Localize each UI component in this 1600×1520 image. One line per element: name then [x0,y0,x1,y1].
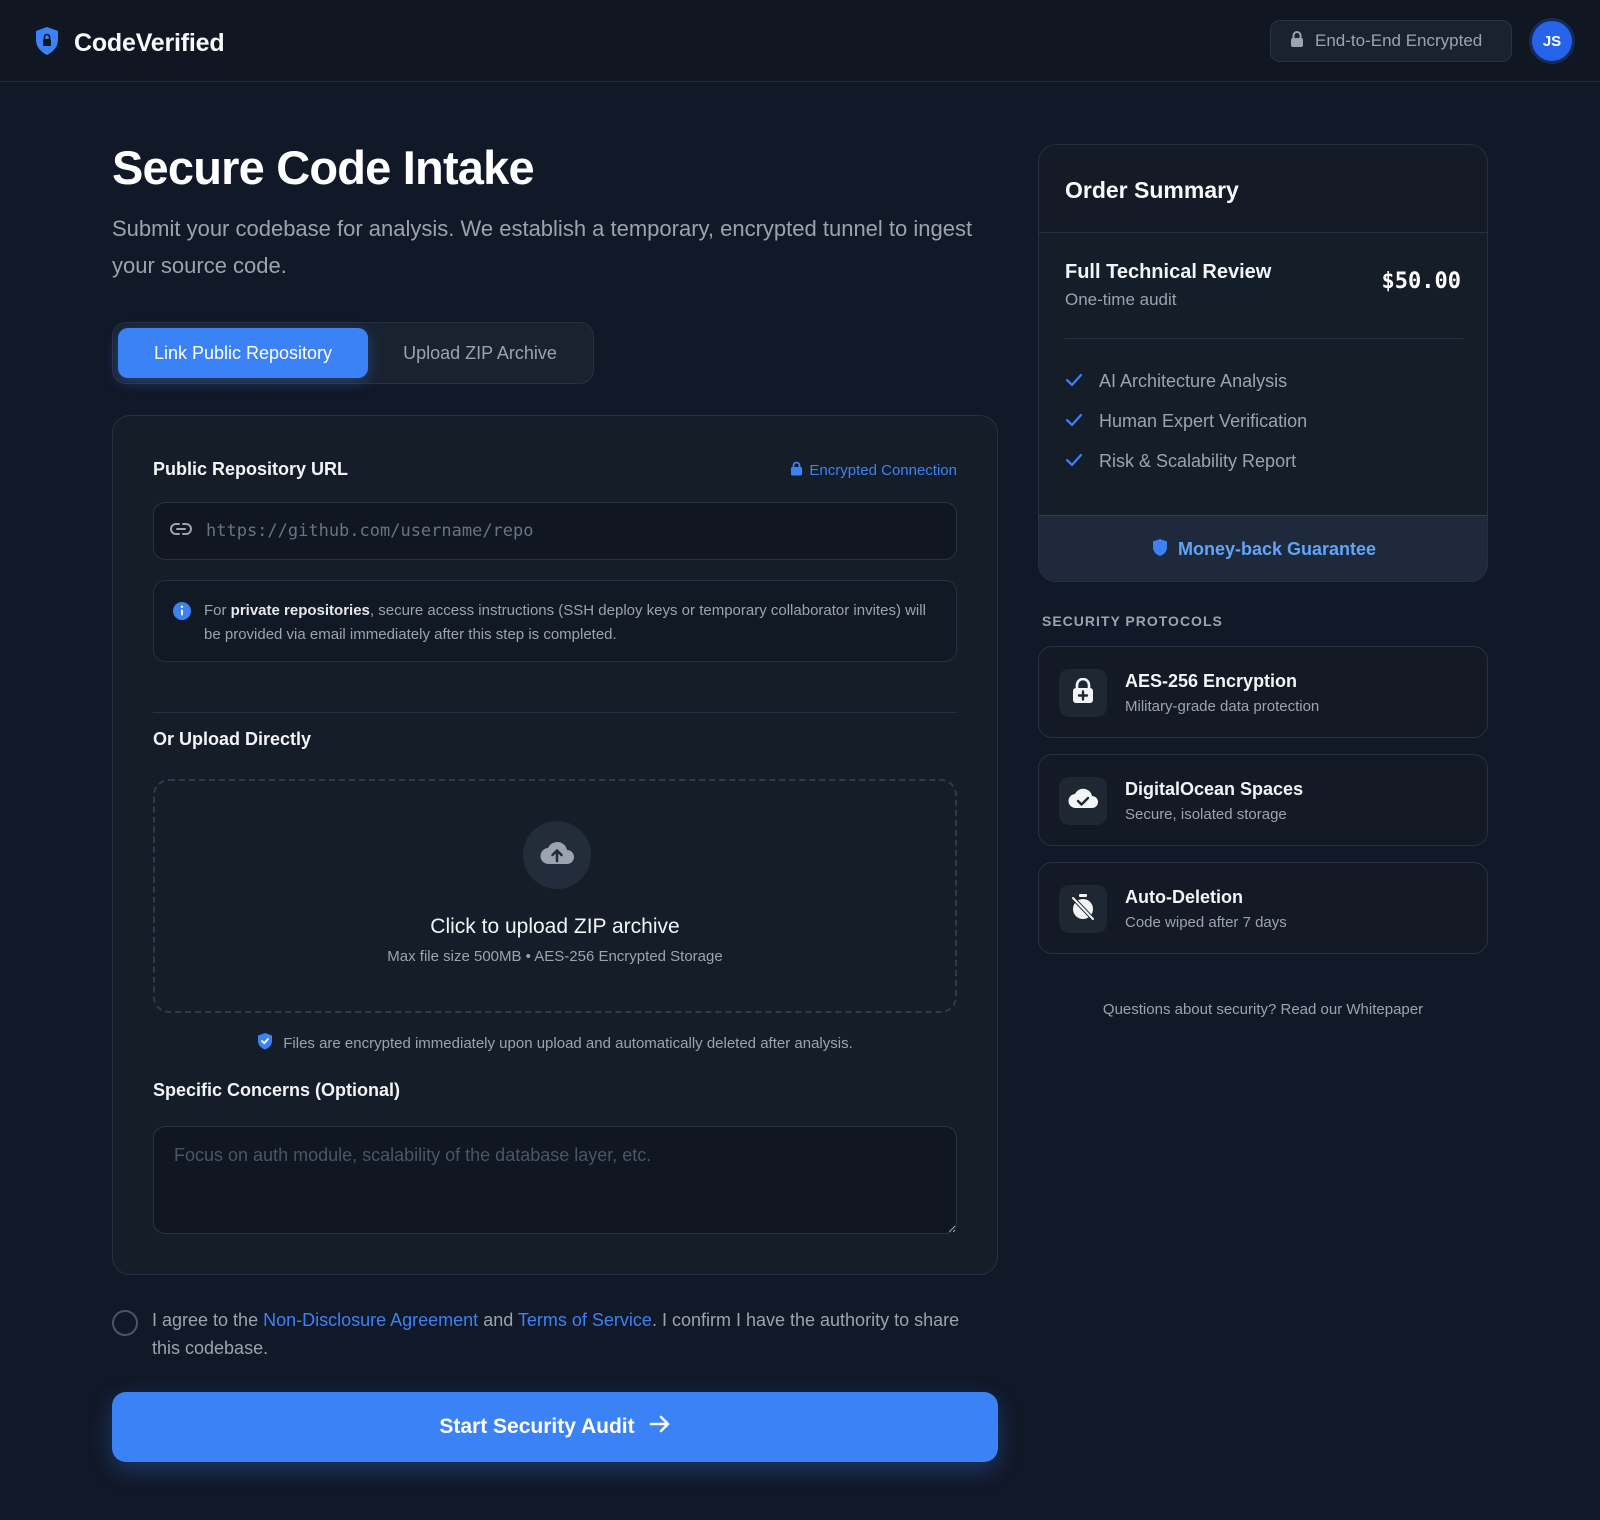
nda-link[interactable]: Non-Disclosure Agreement [263,1310,478,1330]
list-item: Human Expert Verification [1065,401,1307,441]
protocol-card-storage: DigitalOcean Spaces Secure, isolated sto… [1038,754,1488,846]
arrow-right-icon [649,1414,671,1440]
tab-link-public-repository[interactable]: Link Public Repository [118,328,368,378]
order-divider [1065,338,1463,339]
upload-directly-label: Or Upload Directly [153,729,312,749]
encryption-badge-label: End-to-End Encrypted [1315,31,1483,50]
agreement-row: I agree to the Non-Disclosure Agreement … [112,1306,992,1362]
upload-subtitle: Max file size 500MB • AES-256 Encrypted … [387,948,723,965]
repo-url-input[interactable] [206,521,946,541]
list-item: Risk & Scalability Report [1065,441,1307,481]
feature-label: AI Architecture Analysis [1099,370,1288,391]
concerns-textarea[interactable] [153,1126,957,1234]
protocol-icon-wrapper [1059,777,1107,825]
money-back-guarantee: Money-back Guarantee [1039,515,1487,581]
check-icon [1065,371,1083,392]
order-item-subtitle: One-time audit [1065,290,1177,309]
repo-url-field[interactable] [153,502,957,560]
brand-name: CodeVerified [74,29,225,57]
private-repo-info: For private repositories, secure access … [153,580,957,662]
tab-upload-zip-archive[interactable]: Upload ZIP Archive [374,328,586,378]
protocol-icon-wrapper [1059,885,1107,933]
page-title: Secure Code Intake [112,141,535,194]
money-back-guarantee-label: Money-back Guarantee [1177,539,1377,559]
feature-label: Risk & Scalability Report [1099,450,1297,471]
protocol-subtitle: Code wiped after 7 days [1125,914,1287,931]
order-summary-title: Order Summary [1039,145,1487,233]
upload-title: Click to upload ZIP archive [430,915,680,938]
link-icon [170,522,192,541]
upload-encryption-note: Files are encrypted immediately upon upl… [153,1032,957,1054]
shield-icon [1152,538,1168,562]
timer-off-icon [1070,893,1096,926]
cloud-upload-icon [540,840,574,871]
zip-upload-dropzone[interactable]: Click to upload ZIP archive Max file siz… [153,779,957,1013]
concerns-label: Specific Concerns (Optional) [153,1080,401,1100]
intake-form-card: Public Repository URL Encrypted Connecti… [112,415,998,1275]
protocol-icon-wrapper [1059,669,1107,717]
start-audit-label: Start Security Audit [439,1415,635,1438]
info-icon [172,601,192,661]
agreement-checkbox[interactable] [112,1310,138,1336]
encrypted-connection-indicator: Encrypted Connection [790,461,957,480]
list-item: AI Architecture Analysis [1065,361,1307,401]
check-icon [1065,451,1083,472]
shield-lock-icon [34,26,60,61]
lock-plus-icon [1072,677,1094,709]
upload-encryption-note-text: Files are encrypted immediately upon upl… [283,1034,853,1052]
protocol-card-aes: AES-256 Encryption Military-grade data p… [1038,646,1488,738]
tos-link[interactable]: Terms of Service [518,1310,652,1330]
encryption-badge: End-to-End Encrypted [1270,20,1512,62]
protocol-subtitle: Secure, isolated storage [1125,806,1287,823]
feature-label: Human Expert Verification [1099,410,1308,431]
lock-icon [1289,30,1305,53]
top-header: CodeVerified End-to-End Encrypted JS [0,0,1600,82]
order-feature-list: AI Architecture Analysis Human Expert Ve… [1065,361,1307,481]
private-repo-info-text: For private repositories, secure access … [204,602,926,643]
protocol-title: DigitalOcean Spaces [1125,779,1304,799]
encrypted-connection-label: Encrypted Connection [809,462,957,479]
shield-check-icon [257,1032,273,1054]
user-avatar[interactable]: JS [1532,21,1572,61]
security-protocols-title: SECURITY PROTOCOLS [1042,613,1223,629]
cloud-check-icon [1068,788,1098,815]
order-summary-card: Order Summary Full Technical Review One-… [1038,144,1488,582]
lock-icon [790,461,803,480]
start-security-audit-button[interactable]: Start Security Audit [112,1392,998,1462]
whitepaper-link[interactable]: Questions about security? Read our White… [1038,1001,1488,1018]
page-subtitle: Submit your codebase for analysis. We es… [112,216,973,278]
protocol-subtitle: Military-grade data protection [1125,698,1320,715]
order-item-name: Full Technical Review [1065,261,1272,283]
section-divider [153,712,957,713]
order-item-price: $50.00 [1381,269,1461,294]
protocol-card-deletion: Auto-Deletion Code wiped after 7 days [1038,862,1488,954]
protocol-title: Auto-Deletion [1125,887,1243,907]
upload-icon-wrapper [523,821,591,889]
check-icon [1065,411,1083,432]
repo-url-label: Public Repository URL [153,459,349,479]
intake-method-tabs: Link Public Repository Upload ZIP Archiv… [112,322,594,384]
protocol-title: AES-256 Encryption [1125,671,1298,691]
brand-logo[interactable]: CodeVerified [34,26,225,61]
agreement-text: I agree to the Non-Disclosure Agreement … [152,1310,960,1358]
